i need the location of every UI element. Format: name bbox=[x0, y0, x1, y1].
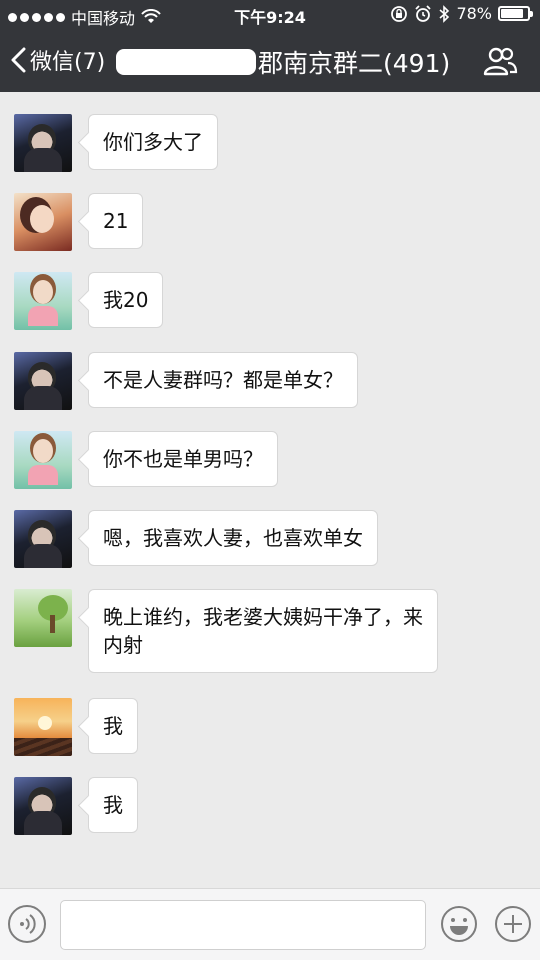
voice-input-button[interactable] bbox=[8, 905, 46, 943]
message-bubble[interactable]: 晚上谁约，我老婆大姨妈干净了，来内射 bbox=[88, 589, 438, 673]
bluetooth-icon bbox=[439, 4, 450, 23]
input-bar bbox=[0, 888, 540, 960]
message: 我 bbox=[14, 698, 138, 756]
message: 嗯，我喜欢人妻，也喜欢单女 bbox=[14, 510, 378, 568]
redacted-title-part bbox=[116, 49, 256, 75]
message: 不是人妻群吗？都是单女？ bbox=[14, 352, 358, 410]
message-bubble[interactable]: 21 bbox=[88, 193, 144, 249]
user-avatar[interactable] bbox=[14, 114, 72, 172]
message: 21 bbox=[14, 193, 144, 251]
message-bubble[interactable]: 嗯，我喜欢人妻，也喜欢单女 bbox=[88, 510, 378, 566]
user-avatar[interactable] bbox=[14, 272, 72, 330]
alarm-icon bbox=[415, 4, 432, 22]
user-avatar[interactable] bbox=[14, 698, 72, 756]
message-bubble[interactable]: 我 bbox=[88, 698, 138, 754]
user-avatar[interactable] bbox=[14, 777, 72, 835]
user-avatar[interactable] bbox=[14, 352, 72, 410]
message: 晚上谁约，我老婆大姨妈干净了，来内射 bbox=[14, 589, 438, 673]
message-input[interactable] bbox=[60, 900, 426, 950]
battery-percent: 78% bbox=[456, 4, 492, 23]
message: 我 bbox=[14, 777, 138, 835]
message-bubble[interactable]: 你们多大了 bbox=[88, 114, 218, 170]
battery-icon bbox=[498, 6, 533, 21]
user-avatar[interactable] bbox=[14, 510, 72, 568]
user-avatar[interactable] bbox=[14, 431, 72, 489]
message: 你们多大了 bbox=[14, 114, 218, 172]
nav-bar: 微信(7) 郡南京群二(491) bbox=[0, 30, 540, 92]
status-bar: 中国移动 下午9:24 78% bbox=[0, 0, 540, 30]
app-header: 中国移动 下午9:24 78% 微信(7) 郡南京群二(491) bbox=[0, 0, 540, 92]
chat-title: 郡南京群二(491) bbox=[116, 44, 450, 80]
status-right: 78% bbox=[390, 4, 533, 23]
message-bubble[interactable]: 不是人妻群吗？都是单女？ bbox=[88, 352, 358, 408]
voice-input-icon bbox=[20, 914, 36, 934]
chat-area[interactable]: 你们多大了 21 我20 不是人妻群吗？都是单女？ 你不也是单男吗？ 嗯，我喜欢… bbox=[0, 92, 540, 888]
user-avatar[interactable] bbox=[14, 193, 72, 251]
message-bubble[interactable]: 我 bbox=[88, 777, 138, 833]
user-avatar[interactable] bbox=[14, 589, 72, 647]
chevron-left-icon bbox=[11, 47, 26, 73]
emoji-icon[interactable] bbox=[440, 905, 478, 943]
chat-title-text: 郡南京群二(491) bbox=[258, 49, 451, 78]
orientation-lock-icon bbox=[391, 5, 408, 22]
group-members-icon[interactable] bbox=[482, 46, 518, 76]
message: 你不也是单男吗？ bbox=[14, 431, 278, 489]
message-bubble[interactable]: 我20 bbox=[88, 272, 164, 328]
back-label: 微信(7) bbox=[30, 50, 106, 75]
message: 我20 bbox=[14, 272, 164, 330]
plus-icon[interactable] bbox=[494, 905, 532, 943]
message-bubble[interactable]: 你不也是单男吗？ bbox=[88, 431, 278, 487]
back-button[interactable]: 微信(7) bbox=[10, 44, 105, 76]
